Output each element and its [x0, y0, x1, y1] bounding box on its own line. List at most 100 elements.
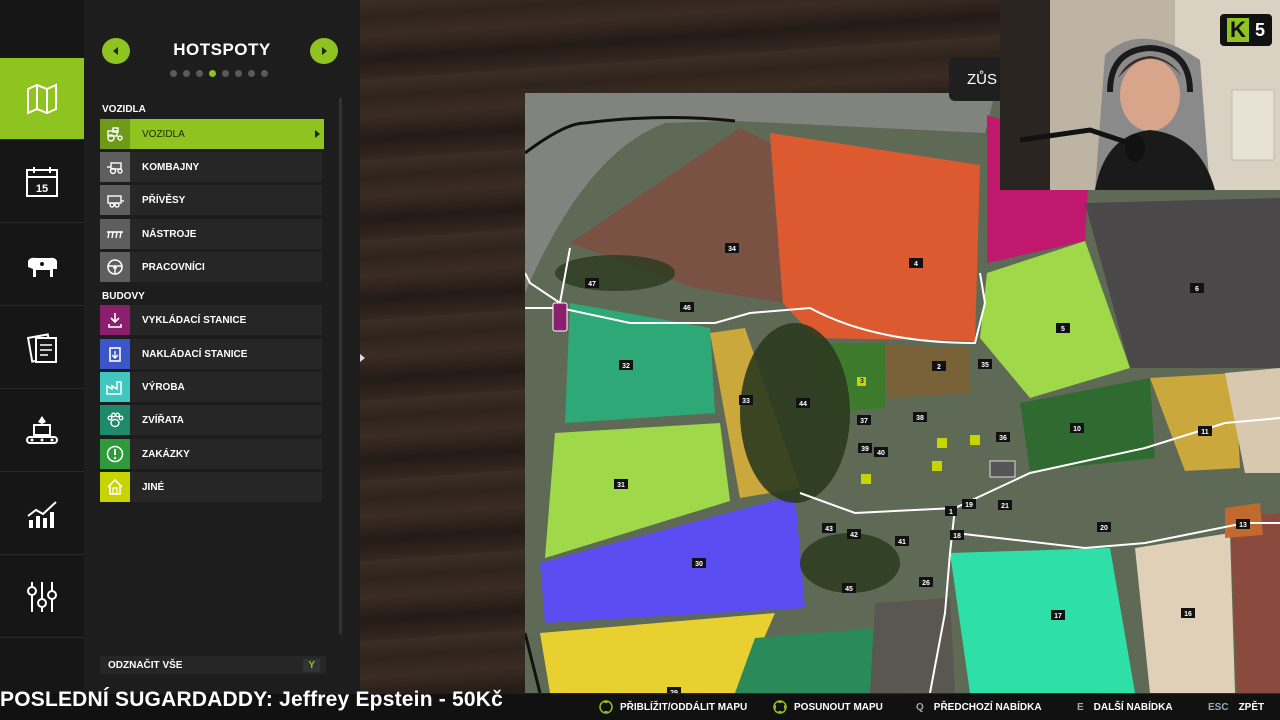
calendar-icon: 15 [26, 166, 58, 197]
field-label: 29 [667, 687, 681, 693]
field-label: 16 [1181, 608, 1195, 618]
svg-text:32: 32 [622, 363, 630, 370]
field-label: 34 [725, 243, 739, 253]
hint-back[interactable]: ESC ZPĚT [1208, 694, 1264, 720]
field-label: 4 [909, 258, 923, 268]
rail-map-button[interactable] [0, 58, 84, 140]
page-indicator [170, 70, 268, 77]
menu-item-workers[interactable]: PRACOVNÍCI [100, 252, 322, 282]
page-dot[interactable] [222, 70, 229, 77]
logo-letter: K [1226, 18, 1249, 42]
page-dot-active[interactable] [209, 70, 216, 77]
hint-label: ZPĚT [1238, 701, 1265, 713]
main-menu-rail: 15 [0, 0, 84, 720]
svg-text:37: 37 [860, 418, 868, 425]
menu-item-label: PŘÍVĚSY [142, 194, 186, 206]
field-label: 19 [962, 499, 976, 509]
factory-icon [100, 372, 130, 402]
rail-contracts-button[interactable] [0, 307, 84, 389]
field-label: 40 [874, 447, 888, 457]
field-label: 3 [860, 378, 864, 385]
hint-next-menu[interactable]: E DALŠÍ NABÍDKA [1077, 694, 1173, 720]
menu-item-label: VYKLÁDACÍ STANICE [142, 314, 247, 326]
menu-item-label: PRACOVNÍCI [142, 261, 205, 273]
paw-icon [100, 405, 130, 435]
unload-icon [100, 305, 130, 335]
menu-item-tools[interactable]: NÁSTROJE [100, 219, 322, 249]
svg-text:26: 26 [922, 580, 930, 587]
svg-text:21: 21 [1001, 503, 1009, 510]
menu-item-other[interactable]: JINÉ [100, 472, 322, 502]
load-icon [100, 339, 130, 369]
menu-item-unload-stations[interactable]: VYKLÁDACÍ STANICE [100, 305, 322, 335]
combine-icon [100, 152, 130, 182]
stick-icon [773, 700, 787, 714]
next-page-button[interactable] [310, 38, 338, 64]
svg-text:36: 36 [999, 435, 1007, 442]
page-dot[interactable] [170, 70, 177, 77]
rail-animals-button[interactable] [0, 224, 84, 306]
rail-production-button[interactable] [0, 390, 84, 472]
hint-previous-menu[interactable]: Q PŘEDCHOZÍ NABÍDKA [916, 694, 1042, 720]
map-icon [27, 82, 57, 115]
field-label: 38 [913, 412, 927, 422]
menu-item-contracts[interactable]: ZAKÁZKY [100, 439, 322, 469]
svg-text:5: 5 [1061, 326, 1065, 333]
menu-item-trailers[interactable]: PŘÍVĚSY [100, 185, 322, 215]
panel-scrollbar[interactable] [339, 98, 342, 634]
field-label: 44 [796, 398, 810, 408]
field-label: 47 [585, 278, 599, 288]
page-dot[interactable] [261, 70, 268, 77]
svg-text:6: 6 [1195, 286, 1199, 293]
svg-text:2: 2 [937, 364, 941, 371]
cow-icon [28, 257, 57, 277]
svg-text:20: 20 [1100, 525, 1108, 532]
menu-item-animals[interactable]: ZVÍŘATA [100, 405, 322, 435]
svg-text:41: 41 [898, 539, 906, 546]
svg-text:43: 43 [825, 526, 833, 533]
field-right [1230, 513, 1280, 693]
production-icon [26, 415, 58, 444]
field-label: 11 [1198, 426, 1212, 436]
field-label: 41 [895, 536, 909, 546]
field-label: 37 [857, 415, 871, 425]
donation-ticker: POSLEDNÍ SUGARDADDY: Jeffrey Epstein - 5… [0, 688, 503, 711]
rail-calendar-button[interactable]: 15 [0, 141, 84, 223]
field-4 [770, 133, 980, 341]
house-icon [100, 472, 130, 502]
hint-zoom-map[interactable]: PŘIBLÍŽIT/ODDÁLIT MAPU [598, 694, 747, 720]
rail-statistics-button[interactable] [0, 473, 84, 555]
menu-item-label: ZAKÁZKY [142, 448, 190, 460]
svg-text:39: 39 [861, 446, 869, 453]
svg-text:44: 44 [799, 401, 807, 408]
collapse-arrow-icon[interactable] [360, 354, 365, 362]
page-dot[interactable] [183, 70, 190, 77]
hint-pan-map[interactable]: POSUNOUT MAPU [772, 694, 883, 720]
svg-text:42: 42 [850, 532, 858, 539]
rail-settings-button[interactable] [0, 556, 84, 638]
svg-text:30: 30 [695, 561, 703, 568]
hotspot-marker [932, 461, 942, 471]
page-dot[interactable] [235, 70, 242, 77]
hint-label: PŘIBLÍŽIT/ODDÁLIT MAPU [620, 701, 748, 713]
field-label: 36 [996, 432, 1010, 442]
field-label: 5 [1056, 323, 1070, 333]
menu-item-production[interactable]: VÝROBA [100, 372, 322, 402]
menu-item-combines[interactable]: KOMBAJNY [100, 152, 322, 182]
page-dot[interactable] [196, 70, 203, 77]
menu-item-label: VÝROBA [142, 381, 185, 393]
svg-text:19: 19 [965, 502, 973, 509]
menu-item-load-stations[interactable]: NAKLÁDACÍ STANICE [100, 339, 322, 369]
menu-item-label: NÁSTROJE [142, 228, 197, 240]
deselect-all-button[interactable]: ODZNAČIT VŠE Y [100, 656, 326, 674]
svg-text:34: 34 [728, 246, 736, 253]
menu-item-vehicles[interactable]: VOZIDLA [100, 119, 324, 149]
hint-key: E [1077, 701, 1084, 713]
field-label: 43 [822, 523, 836, 533]
unload-station-marker [552, 302, 568, 332]
hotspot-panel: HOTSPOTY VOZIDLA VOZIDLA KOMBAJNY PŘÍVĚS… [84, 0, 365, 720]
field-label: 21 [998, 500, 1012, 510]
field-label: 10 [1070, 423, 1084, 433]
section-label-buildings: BUDOVY [102, 291, 145, 302]
page-dot[interactable] [248, 70, 255, 77]
